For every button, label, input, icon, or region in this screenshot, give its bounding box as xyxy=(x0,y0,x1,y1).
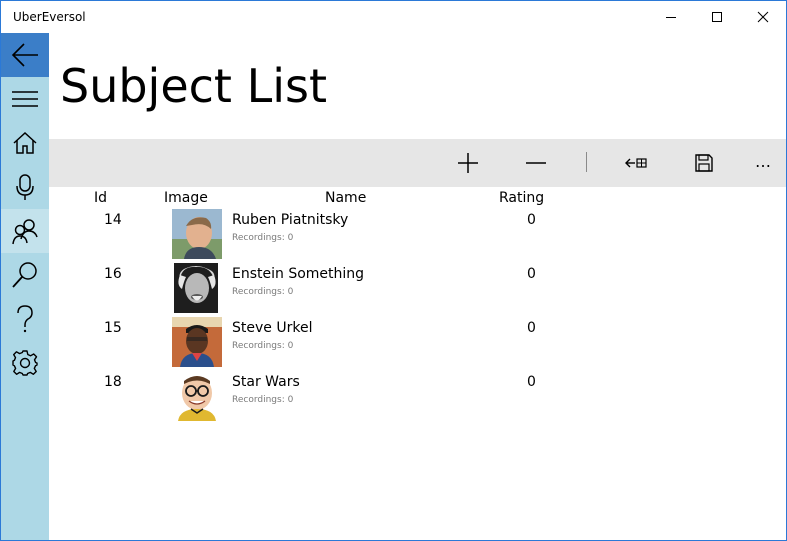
subject-rating: 0 xyxy=(527,374,536,390)
subject-rating: 0 xyxy=(527,320,536,336)
search-icon xyxy=(12,262,37,288)
row-id: 15 xyxy=(104,320,122,336)
save-icon xyxy=(695,154,713,172)
close-icon xyxy=(757,11,769,23)
table-row[interactable]: 15 Steve Urkel Recordings: 0 0 xyxy=(49,317,786,371)
subject-photo xyxy=(172,263,222,313)
nav-item-settings[interactable] xyxy=(1,341,49,385)
more-icon: … xyxy=(755,151,771,171)
subject-name: Star Wars xyxy=(232,374,300,390)
recordings-count: Recordings: 0 xyxy=(232,341,294,351)
nav-item-subjects[interactable] xyxy=(1,209,49,253)
maximize-button[interactable] xyxy=(694,1,740,33)
minimize-button[interactable] xyxy=(648,1,694,33)
table-row[interactable]: 14 Ruben Piatnitsky Recordings: 0 0 xyxy=(49,209,786,263)
page-title: Subject List xyxy=(60,59,327,113)
row-id: 16 xyxy=(104,266,122,282)
people-icon xyxy=(12,219,38,245)
recordings-count: Recordings: 0 xyxy=(232,233,294,243)
home-icon xyxy=(13,131,37,154)
nav-item-recordings[interactable] xyxy=(1,165,49,209)
help-icon xyxy=(17,305,33,333)
subject-photo xyxy=(172,371,222,421)
maximize-icon xyxy=(712,12,722,22)
column-header-id[interactable]: Id xyxy=(94,190,107,206)
main-content: Subject List … Id Image Name Rating 14 R… xyxy=(49,33,786,540)
nav-sidebar xyxy=(1,33,49,540)
command-bar: … xyxy=(49,139,786,187)
back-arrow-icon xyxy=(11,43,38,67)
recordings-count: Recordings: 0 xyxy=(232,395,294,405)
close-button[interactable] xyxy=(740,1,786,33)
command-separator xyxy=(586,152,587,172)
table-row[interactable]: 16 Enstein Something Recordings: 0 0 xyxy=(49,263,786,317)
column-header-image[interactable]: Image xyxy=(164,190,208,206)
subject-name: Enstein Something xyxy=(232,266,365,282)
microphone-icon xyxy=(16,174,34,200)
nav-item-help[interactable] xyxy=(1,297,49,341)
recordings-count: Recordings: 0 xyxy=(232,287,294,297)
row-id: 14 xyxy=(104,212,122,228)
subject-rating: 0 xyxy=(527,266,536,282)
column-header-rating[interactable]: Rating xyxy=(499,190,544,206)
hamburger-menu-button[interactable] xyxy=(1,77,49,121)
nav-item-search[interactable] xyxy=(1,253,49,297)
add-button[interactable] xyxy=(443,139,493,187)
nav-item-home[interactable] xyxy=(1,121,49,165)
subject-rating: 0 xyxy=(527,212,536,228)
back-to-grid-button[interactable] xyxy=(611,139,661,187)
subject-photo xyxy=(172,209,222,259)
app-window: UberEversol Subject List … Id Image Name… xyxy=(0,0,787,541)
remove-button[interactable] xyxy=(511,139,561,187)
subject-photo xyxy=(172,317,222,367)
window-title: UberEversol xyxy=(13,10,86,24)
table-row[interactable]: 18 Star Wars Recordings: 0 0 xyxy=(49,371,786,425)
row-id: 18 xyxy=(104,374,122,390)
gear-icon xyxy=(12,350,38,376)
subject-name: Ruben Piatnitsky xyxy=(232,212,349,228)
remove-icon xyxy=(526,162,546,164)
subject-name: Steve Urkel xyxy=(232,320,313,336)
more-button[interactable]: … xyxy=(738,139,787,187)
hamburger-menu-icon xyxy=(12,91,38,107)
column-header-name[interactable]: Name xyxy=(325,190,366,206)
add-icon xyxy=(458,153,478,173)
minimize-icon xyxy=(666,17,676,18)
back-button[interactable] xyxy=(1,33,49,77)
save-button[interactable] xyxy=(679,139,729,187)
title-bar[interactable]: UberEversol xyxy=(1,1,786,33)
back-to-grid-icon xyxy=(625,158,647,168)
